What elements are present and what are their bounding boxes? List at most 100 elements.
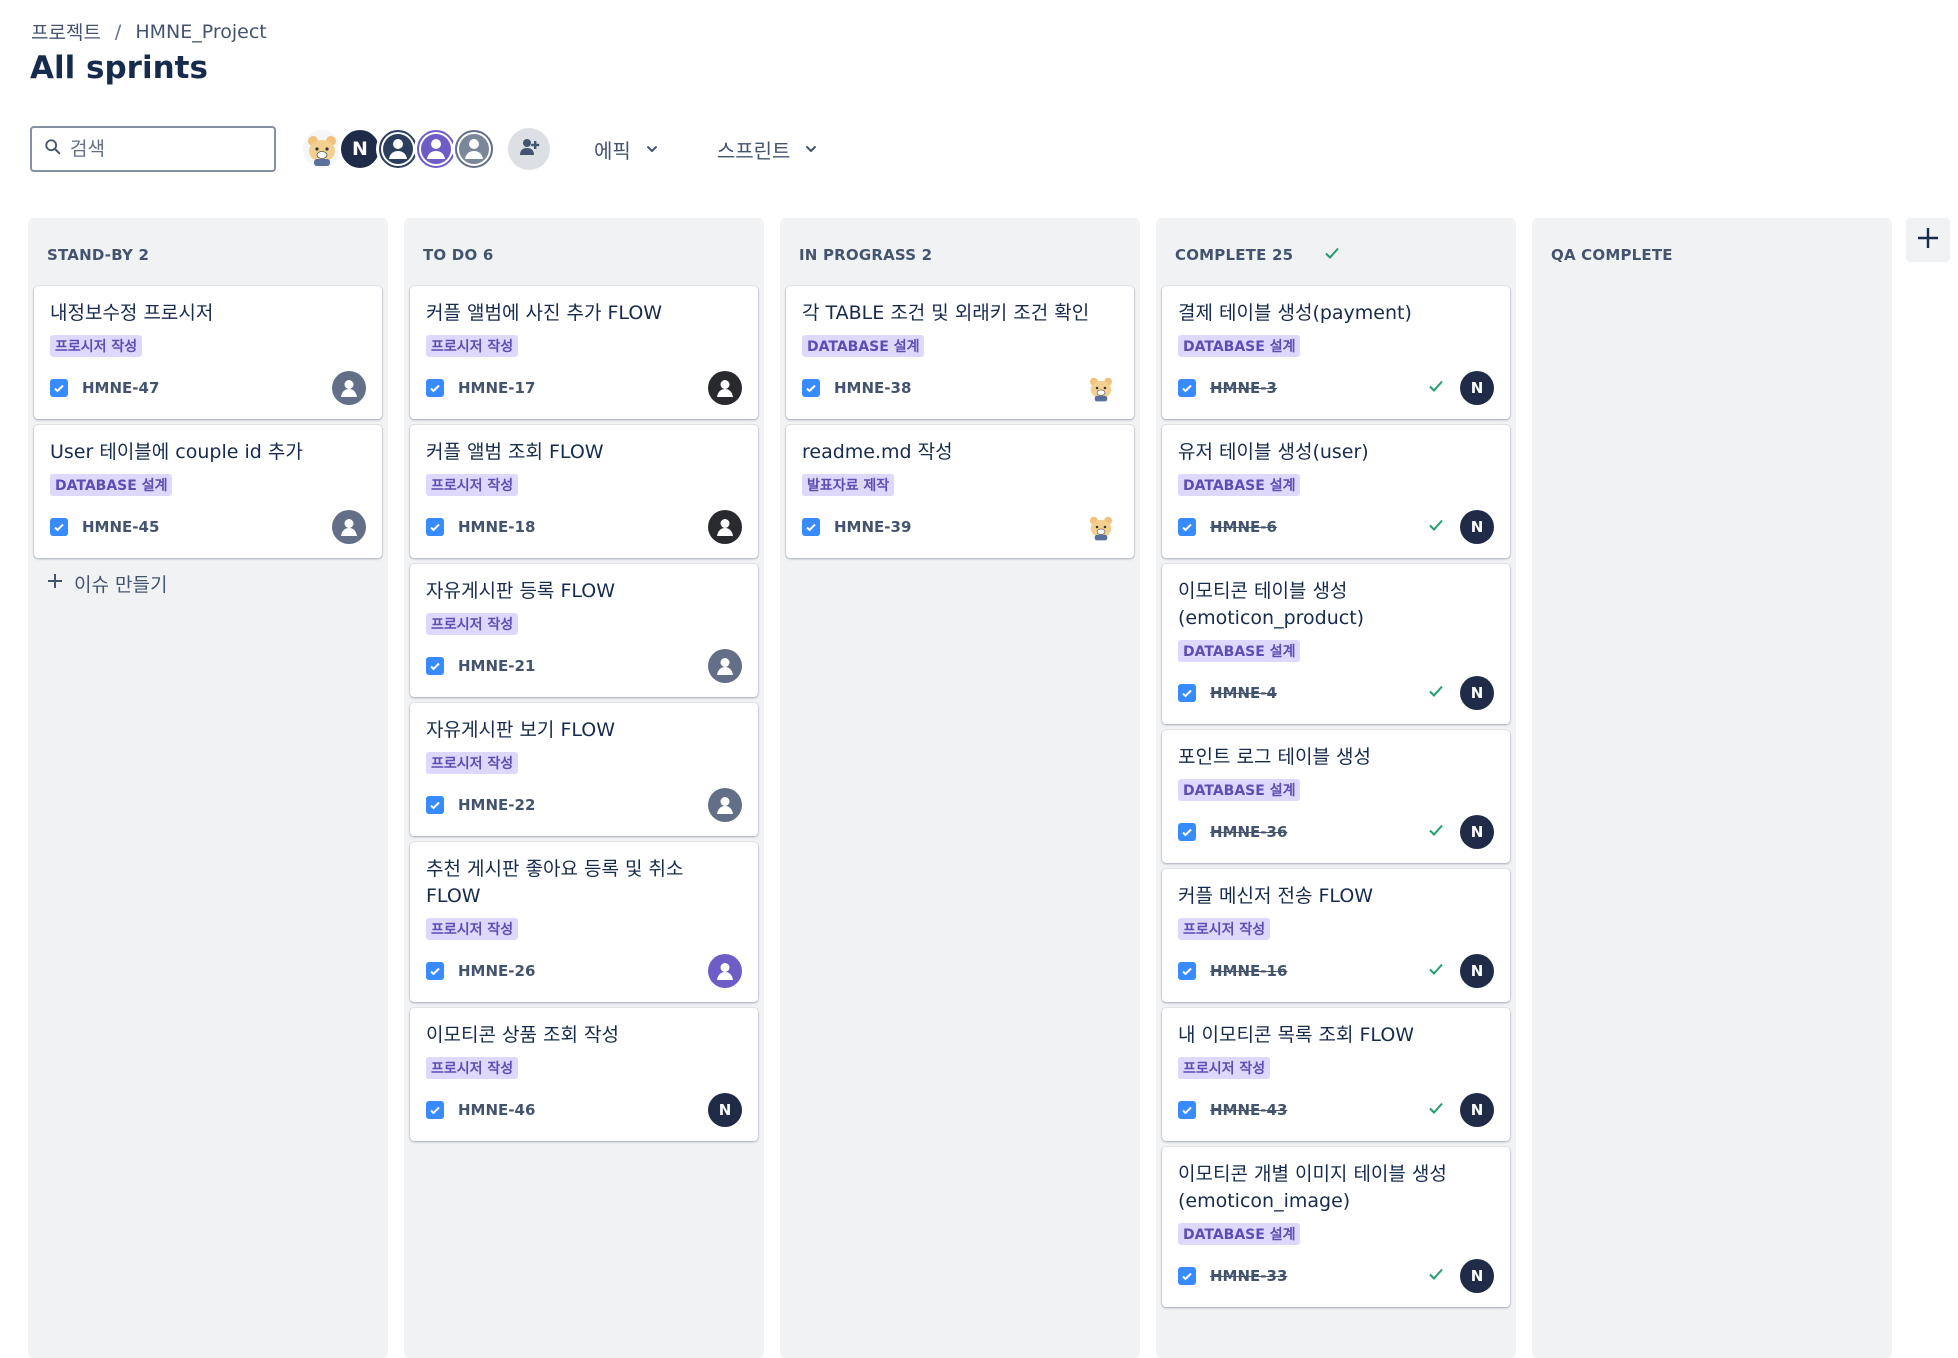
assignee-avatar[interactable]: N xyxy=(1460,1093,1494,1127)
issue-key[interactable]: HMNE-18 xyxy=(458,518,535,536)
add-column-button[interactable] xyxy=(1906,218,1950,262)
column-header[interactable]: IN PROGRASS 2 xyxy=(786,224,1134,286)
issue-card[interactable]: 자유게시판 등록 FLOW 프로시저 작성 HMNE-21 xyxy=(410,564,758,697)
task-type-icon xyxy=(1178,1267,1196,1285)
assignee-avatar-icon[interactable] xyxy=(708,788,742,822)
epic-label: 프로시저 작성 xyxy=(426,335,519,357)
issue-card[interactable]: 이모티콘 개별 이미지 테이블 생성(emoticon_image) DATAB… xyxy=(1162,1147,1510,1307)
issue-card[interactable]: 커플 앨범에 사진 추가 FLOW 프로시저 작성 HMNE-17 xyxy=(410,286,758,419)
breadcrumb-projects-link[interactable]: 프로젝트 xyxy=(31,18,101,45)
issue-card[interactable]: 커플 앨범 조회 FLOW 프로시저 작성 HMNE-18 xyxy=(410,425,758,558)
task-type-icon xyxy=(426,962,444,980)
issue-title: 자유게시판 보기 FLOW xyxy=(426,719,616,741)
issue-title: 커플 메신저 전송 FLOW xyxy=(1178,885,1374,907)
epic-label: 발표자료 제작 xyxy=(802,474,895,496)
task-type-icon xyxy=(426,1101,444,1119)
issue-card[interactable]: 유저 테이블 생성(user) DATABASE 설계 HMNE-6 N xyxy=(1162,425,1510,558)
create-issue-button[interactable]: 이슈 만들기 xyxy=(34,570,382,597)
add-people-button[interactable] xyxy=(508,128,550,170)
chevron-down-icon xyxy=(804,137,818,161)
task-type-icon xyxy=(802,518,820,536)
assignee-avatar[interactable]: N xyxy=(1460,510,1494,544)
column-qa-complete: QA COMPLETE xyxy=(1532,218,1892,1358)
issue-key[interactable]: HMNE-3 xyxy=(1210,379,1277,397)
column-header[interactable]: TO DO 6 xyxy=(410,224,758,286)
epic-label: 프로시저 작성 xyxy=(1178,1057,1271,1079)
issue-title: readme.md 작성 xyxy=(802,441,953,463)
issue-key[interactable]: HMNE-26 xyxy=(458,962,535,980)
issue-key[interactable]: HMNE-6 xyxy=(1210,518,1277,536)
done-check-icon xyxy=(1428,517,1444,537)
issue-title: 이모티콘 테이블 생성(emoticon_product) xyxy=(1178,580,1365,629)
unassigned-avatar-icon[interactable] xyxy=(332,371,366,405)
assignee-avatar[interactable]: N xyxy=(1460,815,1494,849)
issue-key[interactable]: HMNE-16 xyxy=(1210,962,1287,980)
task-type-icon xyxy=(1178,823,1196,841)
issue-key[interactable]: HMNE-39 xyxy=(834,518,911,536)
issue-key[interactable]: HMNE-17 xyxy=(458,379,535,397)
issue-key[interactable]: HMNE-4 xyxy=(1210,684,1277,702)
issue-key[interactable]: HMNE-47 xyxy=(82,379,159,397)
issue-key[interactable]: HMNE-46 xyxy=(458,1101,535,1119)
issue-key[interactable]: HMNE-33 xyxy=(1210,1267,1287,1285)
search-box[interactable] xyxy=(30,126,276,172)
unassigned-avatar-icon[interactable] xyxy=(332,510,366,544)
issue-key[interactable]: HMNE-36 xyxy=(1210,823,1287,841)
person-avatar-gray[interactable] xyxy=(452,127,496,171)
task-type-icon xyxy=(426,796,444,814)
column-title: IN PROGRASS 2 xyxy=(799,246,933,264)
kanban-board: STAND-BY 2 내정보수정 프로시저 프로시저 작성 HMNE-47 Us… xyxy=(28,218,1892,1358)
issue-card[interactable]: User 테이블에 couple id 추가 DATABASE 설계 HMNE-… xyxy=(34,425,382,558)
issue-key[interactable]: HMNE-43 xyxy=(1210,1101,1287,1119)
task-type-icon xyxy=(426,657,444,675)
assignee-avatar[interactable]: N xyxy=(1460,371,1494,405)
issue-key[interactable]: HMNE-38 xyxy=(834,379,911,397)
issue-key[interactable]: HMNE-45 xyxy=(82,518,159,536)
issue-card[interactable]: 이모티콘 테이블 생성(emoticon_product) DATABASE 설… xyxy=(1162,564,1510,724)
column-stand-by: STAND-BY 2 내정보수정 프로시저 프로시저 작성 HMNE-47 Us… xyxy=(28,218,388,1358)
column-header[interactable]: STAND-BY 2 xyxy=(34,224,382,286)
issue-card[interactable]: 각 TABLE 조건 및 외래키 조건 확인 DATABASE 설계 HMNE-… xyxy=(786,286,1134,419)
assignee-avatar[interactable]: N xyxy=(1460,1259,1494,1293)
issue-title: 추천 게시판 좋아요 등록 및 취소 FLOW xyxy=(426,858,684,907)
issue-card[interactable]: readme.md 작성 발표자료 제작 HMNE-39 xyxy=(786,425,1134,558)
assignee-avatar-icon[interactable] xyxy=(708,510,742,544)
issue-card[interactable]: 추천 게시판 좋아요 등록 및 취소 FLOW 프로시저 작성 HMNE-26 xyxy=(410,842,758,1002)
breadcrumb-project-link[interactable]: HMNE_Project xyxy=(135,21,266,43)
issue-title: 유저 테이블 생성(user) xyxy=(1178,441,1369,463)
epic-filter-dropdown[interactable]: 에픽 xyxy=(594,135,659,164)
issue-card[interactable]: 내 이모티콘 목록 조회 FLOW 프로시저 작성 HMNE-43 N xyxy=(1162,1008,1510,1141)
assignee-avatar-icon[interactable] xyxy=(708,371,742,405)
epic-label: DATABASE 설계 xyxy=(1178,335,1301,357)
column-title: QA COMPLETE xyxy=(1551,246,1673,264)
issue-title: 내정보수정 프로시저 xyxy=(50,302,214,324)
plus-icon xyxy=(1915,225,1941,255)
column-header[interactable]: QA COMPLETE xyxy=(1538,224,1886,286)
assignee-avatar-icon[interactable] xyxy=(708,649,742,683)
issue-card[interactable]: 결제 테이블 생성(payment) DATABASE 설계 HMNE-3 N xyxy=(1162,286,1510,419)
done-check-icon xyxy=(1428,822,1444,842)
bear-avatar-icon[interactable] xyxy=(1084,510,1118,544)
column-to-do: TO DO 6 커플 앨범에 사진 추가 FLOW 프로시저 작성 HMNE-1… xyxy=(404,218,764,1358)
issue-card[interactable]: 포인트 로그 테이블 생성 DATABASE 설계 HMNE-36 N xyxy=(1162,730,1510,863)
column-complete: COMPLETE 25 결제 테이블 생성(payment) DATABASE … xyxy=(1156,218,1516,1358)
issue-card[interactable]: 커플 메신저 전송 FLOW 프로시저 작성 HMNE-16 N xyxy=(1162,869,1510,1002)
issue-card[interactable]: 내정보수정 프로시저 프로시저 작성 HMNE-47 xyxy=(34,286,382,419)
search-input[interactable] xyxy=(70,138,260,160)
breadcrumb: 프로젝트 / HMNE_Project xyxy=(31,18,267,45)
sprint-filter-dropdown[interactable]: 스프린트 xyxy=(717,135,819,164)
issue-title: 결제 테이블 생성(payment) xyxy=(1178,302,1412,324)
issue-card[interactable]: 자유게시판 보기 FLOW 프로시저 작성 HMNE-22 xyxy=(410,703,758,836)
task-type-icon xyxy=(1178,518,1196,536)
bear-avatar-icon[interactable] xyxy=(1084,371,1118,405)
issue-card[interactable]: 이모티콘 상품 조회 작성 프로시저 작성 HMNE-46 N xyxy=(410,1008,758,1141)
column-header[interactable]: COMPLETE 25 xyxy=(1162,224,1510,286)
assignee-avatar[interactable]: N xyxy=(1460,954,1494,988)
assignee-avatar[interactable]: N xyxy=(1460,676,1494,710)
assignee-avatar-icon[interactable] xyxy=(708,954,742,988)
issue-key[interactable]: HMNE-21 xyxy=(458,657,535,675)
issue-key[interactable]: HMNE-22 xyxy=(458,796,535,814)
breadcrumb-separator: / xyxy=(114,20,122,43)
issue-title: User 테이블에 couple id 추가 xyxy=(50,441,303,463)
assignee-avatar[interactable]: N xyxy=(708,1093,742,1127)
